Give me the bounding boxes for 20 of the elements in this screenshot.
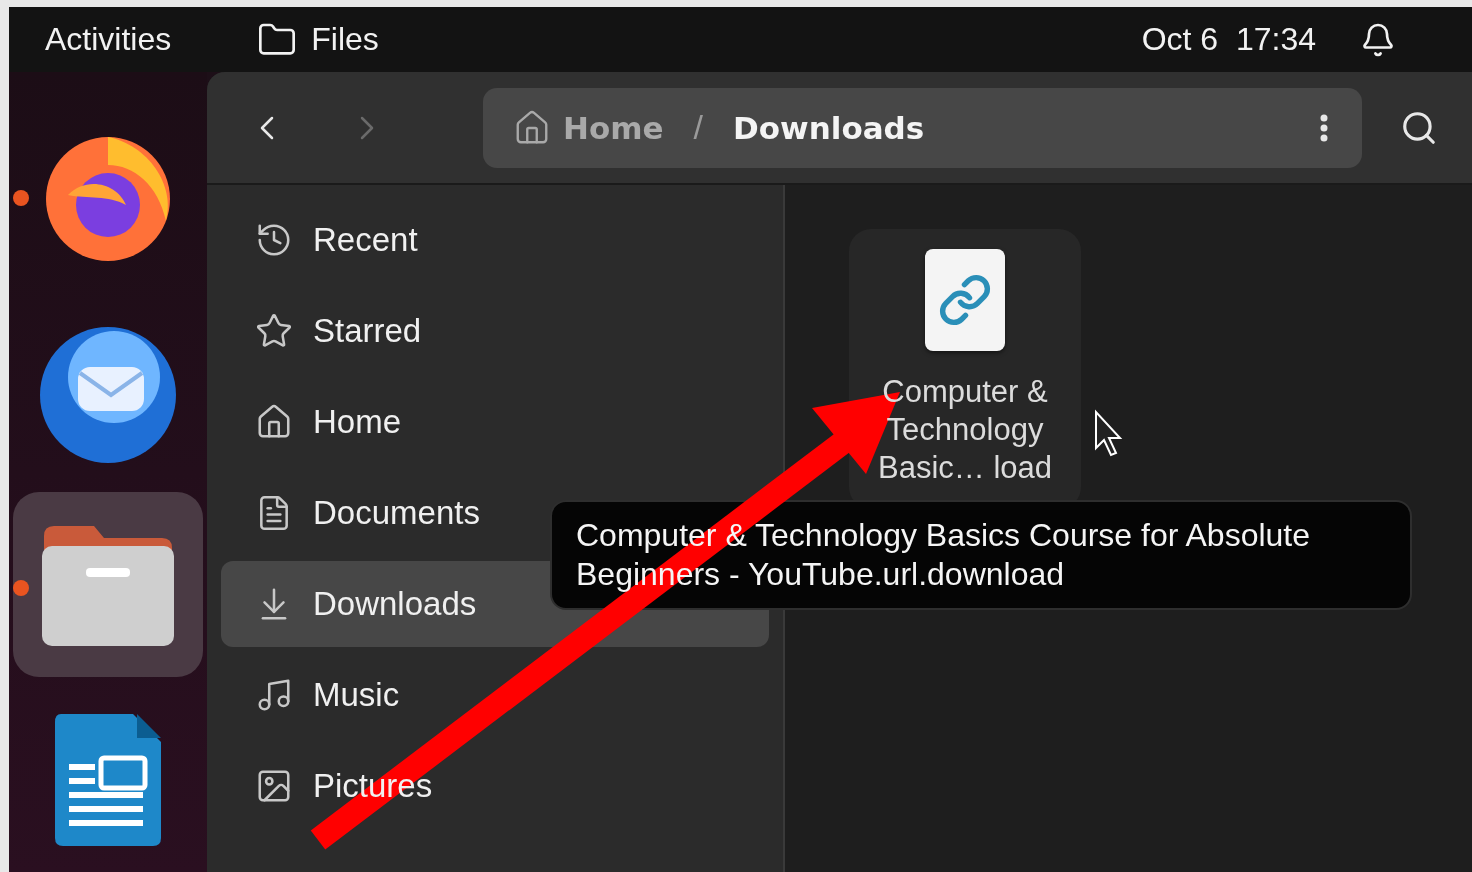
path-crumb[interactable]: Home — [513, 108, 664, 147]
sidebar-item[interactable]: Music — [221, 652, 769, 738]
vertical-dots-icon — [1320, 113, 1328, 142]
sidebar-item[interactable]: Home — [221, 379, 769, 465]
path-crumb[interactable]: Downloads — [733, 109, 925, 146]
link-file-icon — [925, 249, 1005, 351]
dock-item-highlight[interactable] — [13, 492, 203, 677]
sidebar-item[interactable]: Starred — [221, 288, 769, 374]
pictures-icon — [255, 767, 293, 805]
activities-button[interactable]: Activities — [45, 21, 172, 58]
document-app-icon — [53, 711, 163, 848]
home-icon — [255, 403, 293, 441]
path-separator: / — [693, 108, 704, 147]
bell-icon[interactable] — [1360, 21, 1396, 58]
mouse-pointer-icon — [1095, 409, 1123, 457]
app-menu[interactable]: Files — [311, 21, 379, 58]
sidebar-item[interactable]: Recent — [221, 197, 769, 283]
clock[interactable]: Oct 6 17:34 — [1141, 21, 1316, 58]
starred-icon — [255, 312, 293, 350]
file-name: Computer & Technology Basic… load — [877, 373, 1053, 487]
